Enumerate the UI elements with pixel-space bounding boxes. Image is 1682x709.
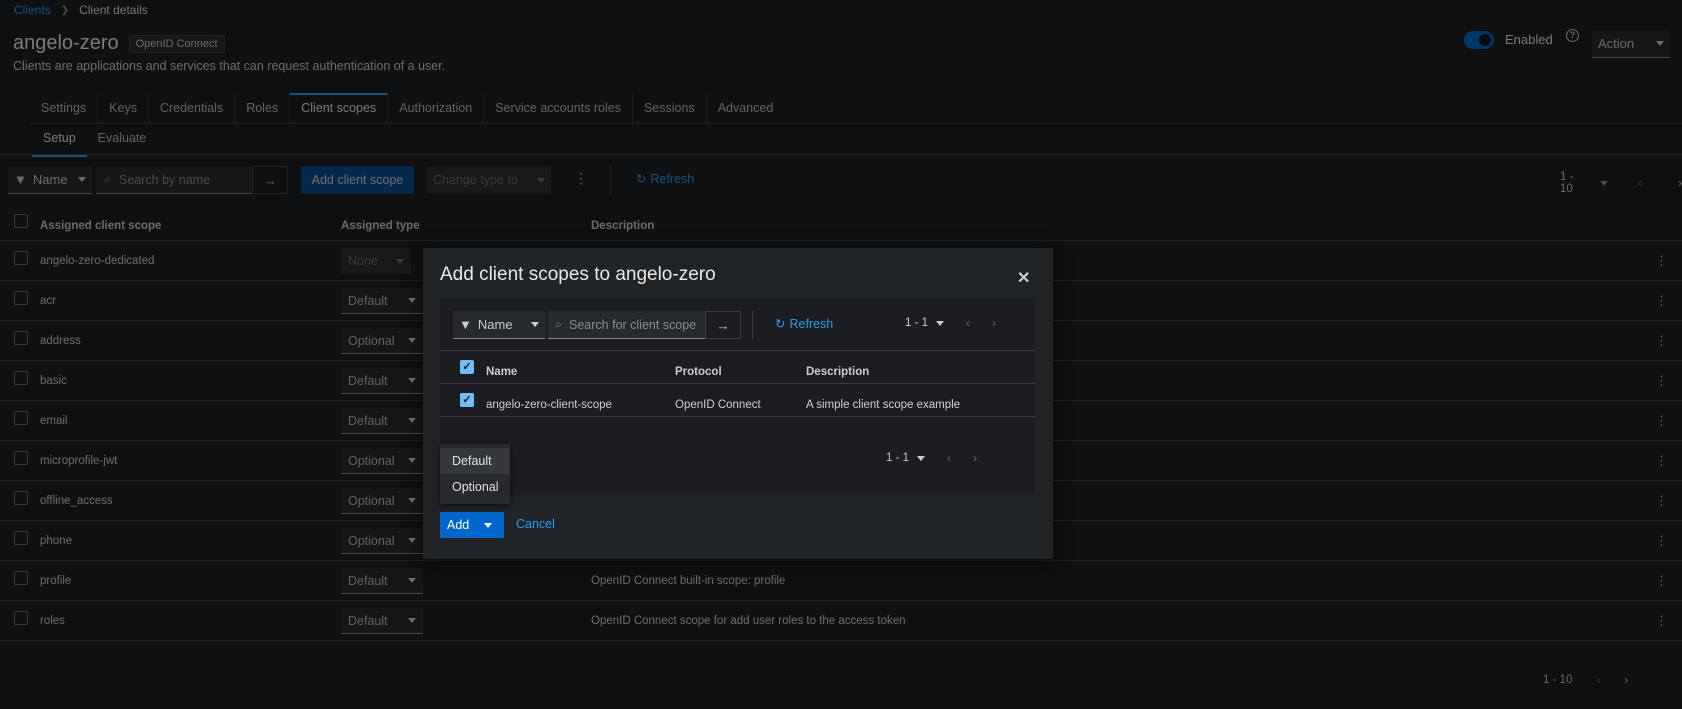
search-icon: ⌕ <box>555 317 563 331</box>
next-page-icon[interactable]: › <box>992 316 996 330</box>
column-header-name[interactable]: Name <box>486 366 517 378</box>
column-header-description: Description <box>806 366 870 378</box>
add-label: Add <box>447 518 470 532</box>
modal-search-input[interactable]: ⌕ Search for client scope <box>548 311 705 339</box>
caret-down-icon <box>531 322 539 327</box>
pagination-range-dropdown[interactable]: 1 - 1 <box>886 452 909 464</box>
pagination-range-dropdown[interactable]: 1 - 1 <box>905 317 928 329</box>
close-icon[interactable]: ✕ <box>1017 268 1030 288</box>
prev-page-icon[interactable]: ‹ <box>947 451 951 465</box>
modal-title: Add client scopes to angelo-zero <box>440 264 716 285</box>
refresh-icon: ↻ <box>775 317 786 331</box>
menu-item-optional[interactable]: Optional <box>440 474 510 500</box>
modal-pagination-top: 1 - 1 ‹ › <box>905 316 996 330</box>
divider <box>440 350 1035 351</box>
modal-filter-label: Name <box>477 317 513 332</box>
modal-refresh-button[interactable]: ↻ Refresh <box>775 316 834 332</box>
add-button[interactable]: Add <box>440 512 504 538</box>
modal-search-placeholder: Search for client scope <box>569 317 697 332</box>
modal-table-panel: ▼ Name ⌕ Search for client scope → ↻ Ref… <box>440 299 1035 495</box>
select-all-checkbox[interactable] <box>460 360 474 374</box>
arrow-right-icon: → <box>716 317 730 333</box>
add-type-menu: Default Optional <box>440 444 510 504</box>
caret-down-icon <box>484 522 492 528</box>
next-page-icon[interactable]: › <box>973 451 977 465</box>
refresh-label: Refresh <box>789 316 834 331</box>
modal-search-submit-button[interactable]: → <box>705 311 741 339</box>
modal-filter-dropdown[interactable]: ▼ Name <box>453 311 545 339</box>
client-scope-protocol: OpenID Connect <box>675 399 761 411</box>
column-header-protocol: Protocol <box>675 366 722 378</box>
caret-down-icon <box>917 455 926 461</box>
divider <box>440 383 1035 384</box>
modal-pagination-bottom: 1 - 1 ‹ › <box>886 451 977 465</box>
divider <box>440 416 1035 417</box>
menu-item-default[interactable]: Default <box>440 448 510 474</box>
filter-icon: ▼ <box>459 317 472 332</box>
client-scope-description: A simple client scope example <box>806 399 961 411</box>
toolbar-divider <box>752 311 753 339</box>
client-scope-name: angelo-zero-client-scope <box>486 399 612 411</box>
row-checkbox[interactable] <box>460 393 474 407</box>
add-client-scopes-modal: Add client scopes to angelo-zero ✕ ▼ Nam… <box>423 248 1053 559</box>
cancel-button[interactable]: Cancel <box>516 517 555 531</box>
prev-page-icon[interactable]: ‹ <box>966 316 970 330</box>
caret-down-icon <box>936 320 945 326</box>
